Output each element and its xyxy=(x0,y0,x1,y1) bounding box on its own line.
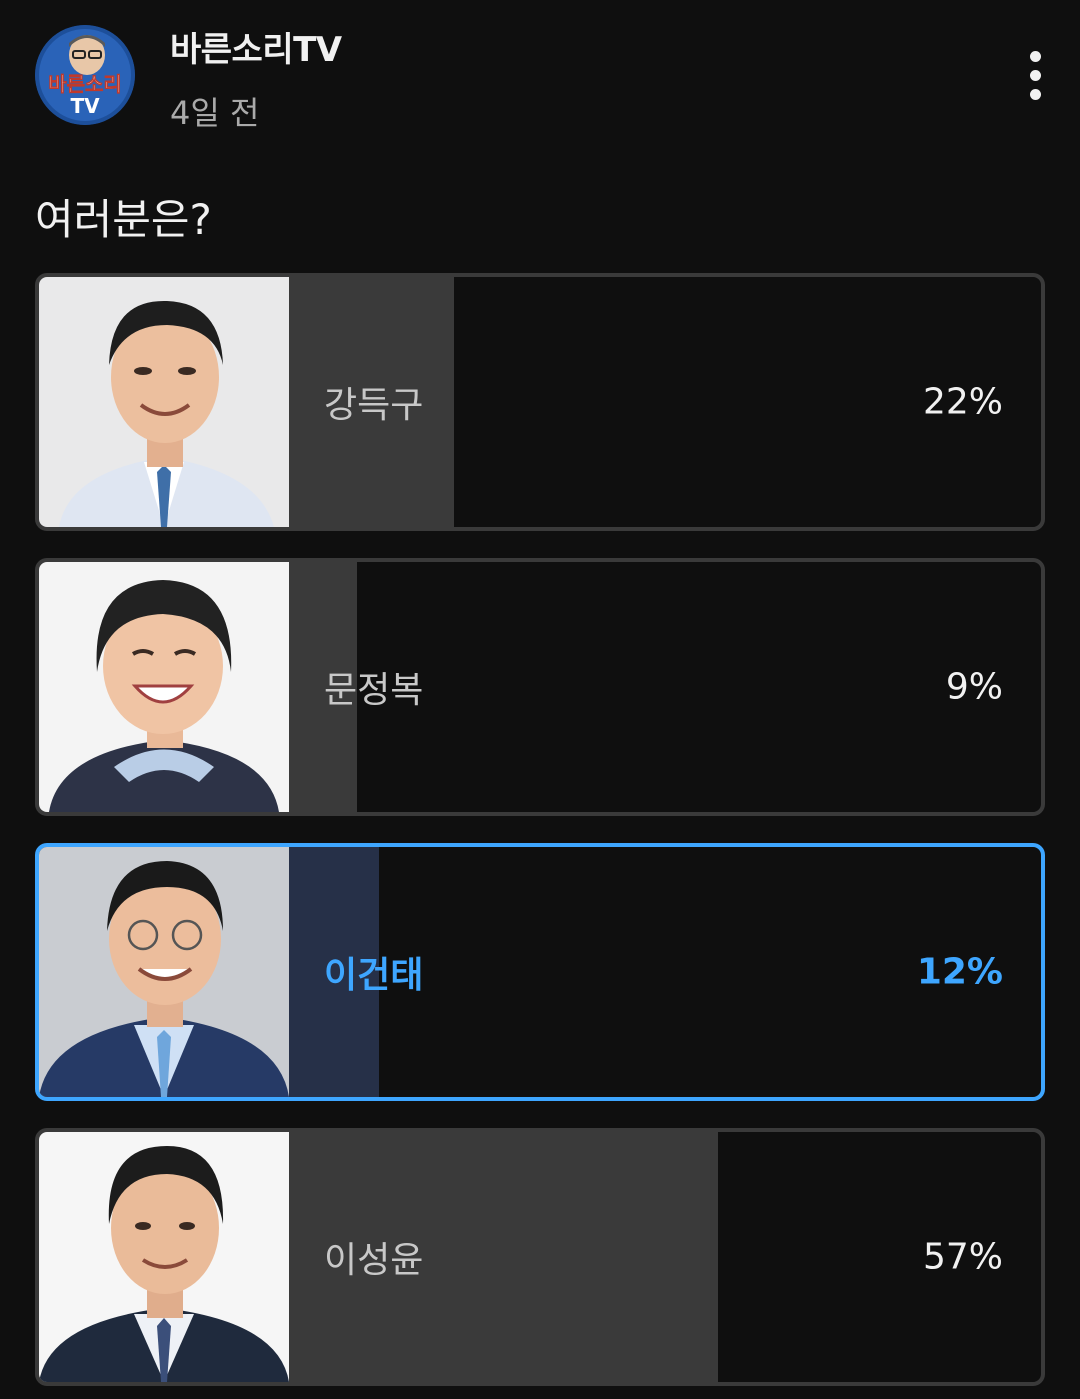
poll-bar-area: 문정복 9% xyxy=(289,562,1041,812)
poll-bar-area: 이성윤 57% xyxy=(289,1132,1041,1382)
candidate-photo xyxy=(39,847,289,1097)
channel-name[interactable]: 바른소리TV xyxy=(170,22,342,71)
poll-bar-area: 강득구 22% xyxy=(289,277,1041,527)
candidate-photo xyxy=(39,1132,289,1382)
poll-option-label: 이건태 xyxy=(324,955,424,996)
more-dot xyxy=(1029,88,1041,100)
poll-option-label: 문정복 xyxy=(324,670,424,711)
candidate-photo xyxy=(39,562,289,812)
candidate-photo xyxy=(39,277,289,527)
poll-option-label: 강득구 xyxy=(324,385,424,426)
poll-option-label: 이성윤 xyxy=(324,1240,424,1281)
poll-option[interactable]: 강득구 22% xyxy=(35,273,1045,531)
more-vertical-icon[interactable] xyxy=(1005,40,1065,110)
channel-avatar[interactable]: 바른소리 TV xyxy=(35,25,135,125)
poll-option-percent: 57% xyxy=(922,1236,1003,1278)
poll-option-percent: 22% xyxy=(922,381,1003,423)
poll-option[interactable]: 이성윤 57% xyxy=(35,1128,1045,1386)
avatar-image: 바른소리 TV xyxy=(35,25,135,125)
poll-option-percent: 12% xyxy=(916,951,1003,993)
poll-bar-area: 이건태 12% xyxy=(289,847,1041,1097)
poll-question: 여러분은? xyxy=(35,195,212,244)
poll-option-percent: 9% xyxy=(945,666,1003,708)
post-timestamp: 4일 전 xyxy=(170,94,260,132)
avatar-text-bottom: TV xyxy=(70,94,100,118)
more-dot xyxy=(1029,50,1041,62)
avatar-text-top: 바른소리 xyxy=(48,72,122,96)
post-header: 바른소리 TV 바른소리TV 4일 전 xyxy=(0,0,1080,150)
poll-option-selected[interactable]: 이건태 12% xyxy=(35,843,1045,1101)
more-dot xyxy=(1029,69,1041,81)
poll-option[interactable]: 문정복 9% xyxy=(35,558,1045,816)
